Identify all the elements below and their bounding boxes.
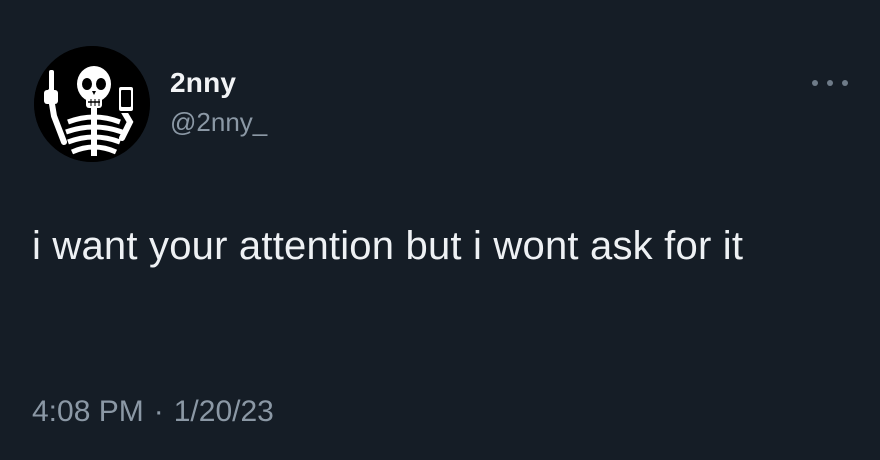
tweet-date: 1/20/23 (173, 395, 274, 428)
tweet-timestamp[interactable]: 4:08 PM · 1/20/23 (32, 392, 274, 432)
more-dots-icon (812, 80, 818, 86)
user-info: 2nny @2nny_ (170, 66, 267, 139)
user-handle[interactable]: @2nny_ (170, 105, 267, 139)
meta-separator: · (153, 395, 164, 428)
more-options-button[interactable] (812, 72, 848, 94)
more-dots-icon (842, 80, 848, 86)
tweet-text: i want your attention but i wont ask for… (32, 224, 744, 268)
tweet-card: 2nny @2nny_ i want your attention but i … (0, 0, 880, 460)
more-dots-icon (827, 80, 833, 86)
avatar[interactable] (34, 46, 150, 162)
tweet-time: 4:08 PM (32, 395, 144, 428)
display-name[interactable]: 2nny (170, 66, 267, 100)
skeleton-avatar-icon (34, 46, 150, 162)
